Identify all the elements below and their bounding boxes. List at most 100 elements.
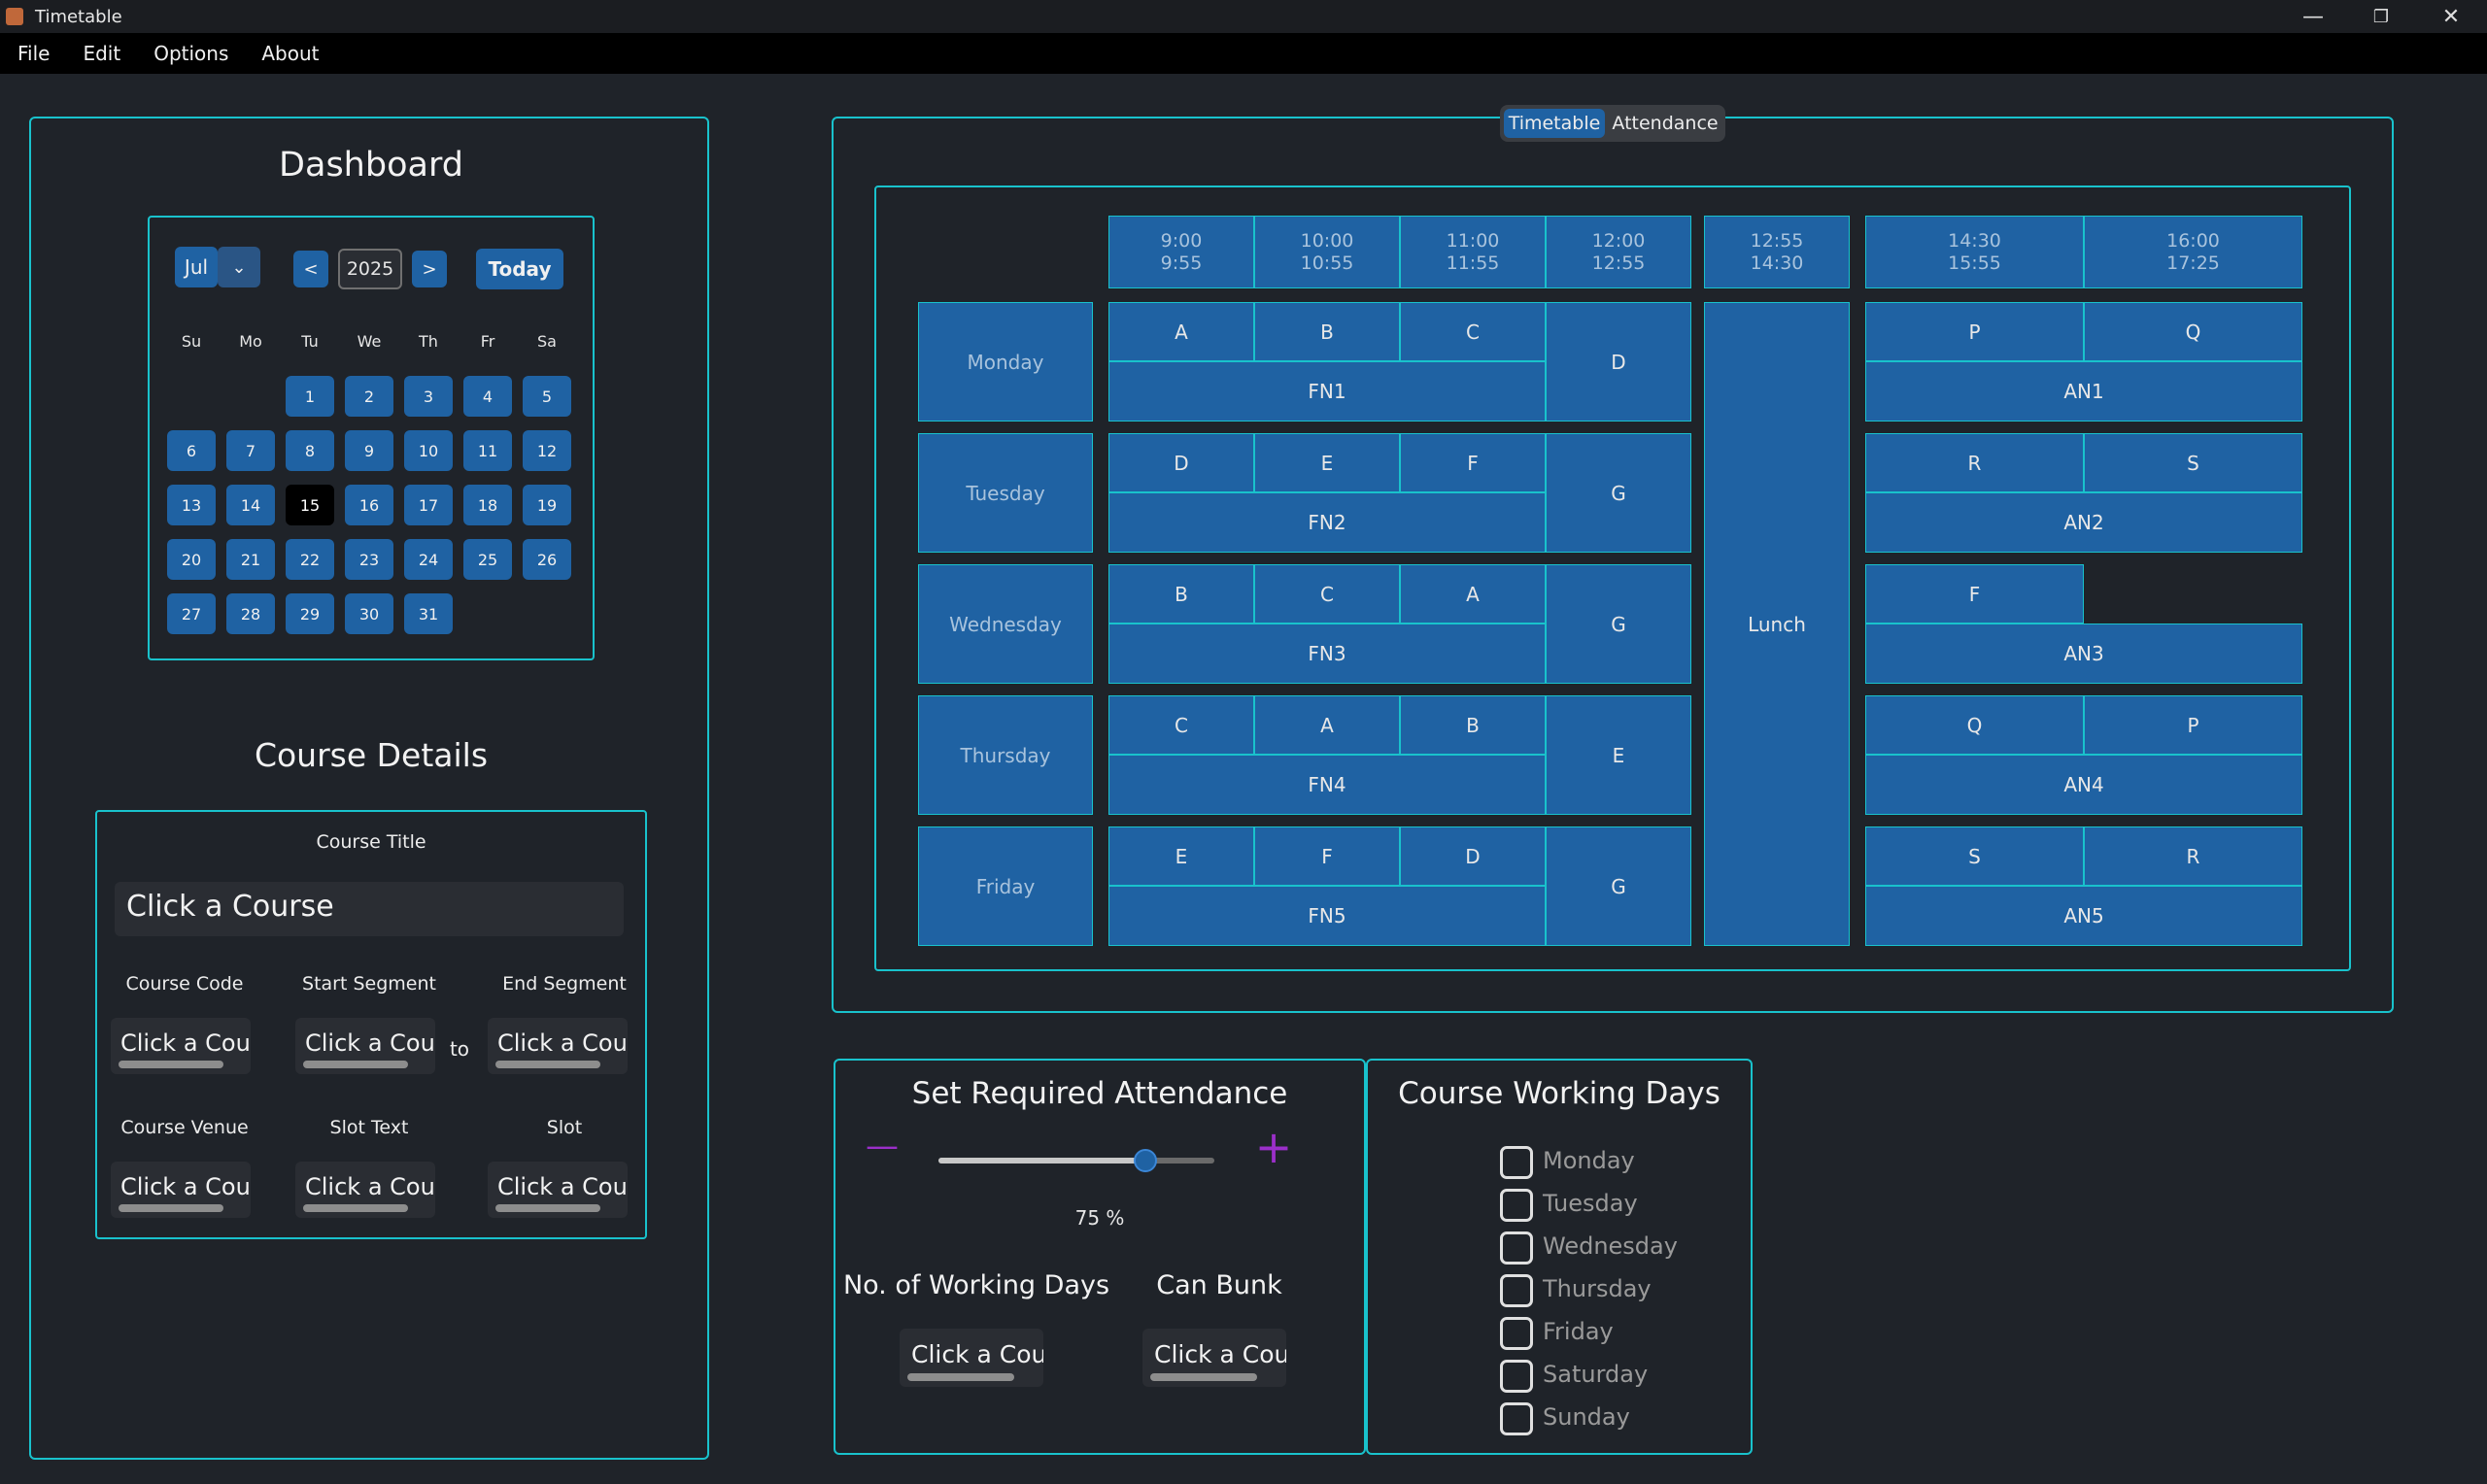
slot-cell[interactable]: R — [2084, 826, 2302, 886]
scrollbar[interactable] — [303, 1204, 408, 1212]
calendar-day[interactable]: 12 — [523, 430, 571, 471]
calendar-day[interactable]: 17 — [404, 485, 453, 525]
calendar-day[interactable]: 7 — [226, 430, 275, 471]
slot-cell[interactable]: A — [1108, 302, 1254, 361]
slot-cell[interactable]: R — [1865, 433, 2084, 492]
plus-icon[interactable]: + — [1251, 1121, 1296, 1173]
close-button[interactable]: ✕ — [2417, 0, 2485, 33]
slot-cell[interactable]: D — [1546, 302, 1691, 422]
slot-field[interactable]: Click a Cour — [488, 1162, 628, 1218]
calendar-day[interactable]: 27 — [167, 593, 216, 634]
course-venue-field[interactable]: Click a Cour — [111, 1162, 251, 1218]
menu-file[interactable]: File — [17, 42, 50, 65]
an-slot-cell[interactable]: AN5 — [1865, 886, 2302, 946]
calendar-day[interactable]: 16 — [345, 485, 393, 525]
checkbox-saturday[interactable] — [1500, 1360, 1533, 1393]
calendar-day[interactable]: 31 — [404, 593, 453, 634]
slot-cell[interactable]: P — [1865, 302, 2084, 361]
calendar-day[interactable]: 29 — [286, 593, 334, 634]
slider-track[interactable] — [938, 1149, 1214, 1172]
scrollbar[interactable] — [119, 1204, 223, 1212]
calendar-day[interactable]: 24 — [404, 539, 453, 580]
next-month-button[interactable]: > — [412, 251, 447, 287]
slot-cell[interactable]: C — [1400, 302, 1546, 361]
tab-timetable[interactable]: Timetable — [1504, 109, 1605, 138]
checkbox-sunday[interactable] — [1500, 1402, 1533, 1435]
checkbox-tuesday[interactable] — [1500, 1189, 1533, 1222]
calendar-day[interactable]: 28 — [226, 593, 275, 634]
menu-options[interactable]: Options — [153, 42, 228, 65]
calendar-day[interactable]: 10 — [404, 430, 453, 471]
an-slot-cell[interactable]: AN4 — [1865, 755, 2302, 815]
chevron-down-icon[interactable]: ⌄ — [218, 247, 260, 287]
slot-cell[interactable]: Q — [2084, 302, 2302, 361]
checkbox-wednesday[interactable] — [1500, 1231, 1533, 1265]
working-days-field[interactable]: Click a Cour — [900, 1329, 1043, 1387]
slot-cell[interactable]: F — [1865, 564, 2084, 624]
calendar-day[interactable]: 5 — [523, 376, 571, 417]
menu-edit[interactable]: Edit — [83, 42, 120, 65]
scrollbar[interactable] — [495, 1061, 600, 1068]
prev-month-button[interactable]: < — [293, 251, 328, 287]
fn-slot-cell[interactable]: FN2 — [1108, 492, 1546, 553]
calendar-day[interactable]: 15 — [286, 485, 334, 525]
can-bunk-field[interactable]: Click a Cour — [1142, 1329, 1286, 1387]
slot-cell[interactable]: E — [1108, 826, 1254, 886]
calendar-day[interactable]: 3 — [404, 376, 453, 417]
calendar-day[interactable]: 26 — [523, 539, 571, 580]
month-select[interactable]: Jul — [175, 247, 218, 287]
fn-slot-cell[interactable]: FN4 — [1108, 755, 1546, 815]
slot-cell[interactable]: P — [2084, 695, 2302, 755]
calendar-day[interactable]: 30 — [345, 593, 393, 634]
slot-cell[interactable]: A — [1254, 695, 1400, 755]
slot-text-field[interactable]: Click a Cour — [295, 1162, 435, 1218]
course-title-field[interactable]: Click a Course — [115, 882, 624, 936]
calendar-day[interactable]: 19 — [523, 485, 571, 525]
course-code-field[interactable]: Click a Cour — [111, 1018, 251, 1074]
calendar-day[interactable]: 23 — [345, 539, 393, 580]
restore-button[interactable]: ❐ — [2347, 0, 2415, 33]
calendar-day[interactable]: 2 — [345, 376, 393, 417]
calendar-day[interactable]: 4 — [463, 376, 512, 417]
calendar-day[interactable]: 13 — [167, 485, 216, 525]
slot-cell[interactable]: E — [1546, 695, 1691, 815]
calendar-day[interactable]: 20 — [167, 539, 216, 580]
lunch-cell[interactable]: Lunch — [1704, 302, 1850, 946]
slot-cell[interactable]: D — [1400, 826, 1546, 886]
checkbox-monday[interactable] — [1500, 1146, 1533, 1179]
slot-cell[interactable]: B — [1254, 302, 1400, 361]
slot-cell[interactable]: G — [1546, 433, 1691, 553]
fn-slot-cell[interactable]: FN5 — [1108, 886, 1546, 946]
calendar-day[interactable]: 1 — [286, 376, 334, 417]
slot-cell[interactable]: C — [1108, 695, 1254, 755]
slot-cell[interactable]: D — [1108, 433, 1254, 492]
an-slot-cell[interactable]: AN1 — [1865, 361, 2302, 422]
an-slot-cell[interactable]: AN3 — [1865, 624, 2302, 684]
calendar-day[interactable]: 18 — [463, 485, 512, 525]
slot-cell[interactable]: B — [1108, 564, 1254, 624]
slot-cell[interactable]: Q — [1865, 695, 2084, 755]
an-slot-cell[interactable]: AN2 — [1865, 492, 2302, 553]
scrollbar[interactable] — [119, 1061, 223, 1068]
fn-slot-cell[interactable]: FN3 — [1108, 624, 1546, 684]
slot-cell[interactable]: A — [1400, 564, 1546, 624]
slot-cell[interactable]: F — [1254, 826, 1400, 886]
minus-icon[interactable]: — — [863, 1127, 902, 1165]
scrollbar[interactable] — [495, 1204, 600, 1212]
calendar-day[interactable]: 9 — [345, 430, 393, 471]
slot-cell[interactable]: C — [1254, 564, 1400, 624]
slot-cell[interactable]: E — [1254, 433, 1400, 492]
scrollbar[interactable] — [303, 1061, 408, 1068]
tab-attendance[interactable]: Attendance — [1609, 109, 1721, 138]
scrollbar[interactable] — [907, 1373, 1014, 1381]
checkbox-friday[interactable] — [1500, 1317, 1533, 1350]
calendar-day[interactable]: 14 — [226, 485, 275, 525]
slot-cell[interactable]: B — [1400, 695, 1546, 755]
calendar-day[interactable]: 22 — [286, 539, 334, 580]
scrollbar[interactable] — [1150, 1373, 1257, 1381]
checkbox-thursday[interactable] — [1500, 1274, 1533, 1307]
end-segment-field[interactable]: Click a Cour — [488, 1018, 628, 1074]
slot-cell[interactable]: S — [2084, 433, 2302, 492]
calendar-day[interactable]: 25 — [463, 539, 512, 580]
menu-about[interactable]: About — [261, 42, 319, 65]
